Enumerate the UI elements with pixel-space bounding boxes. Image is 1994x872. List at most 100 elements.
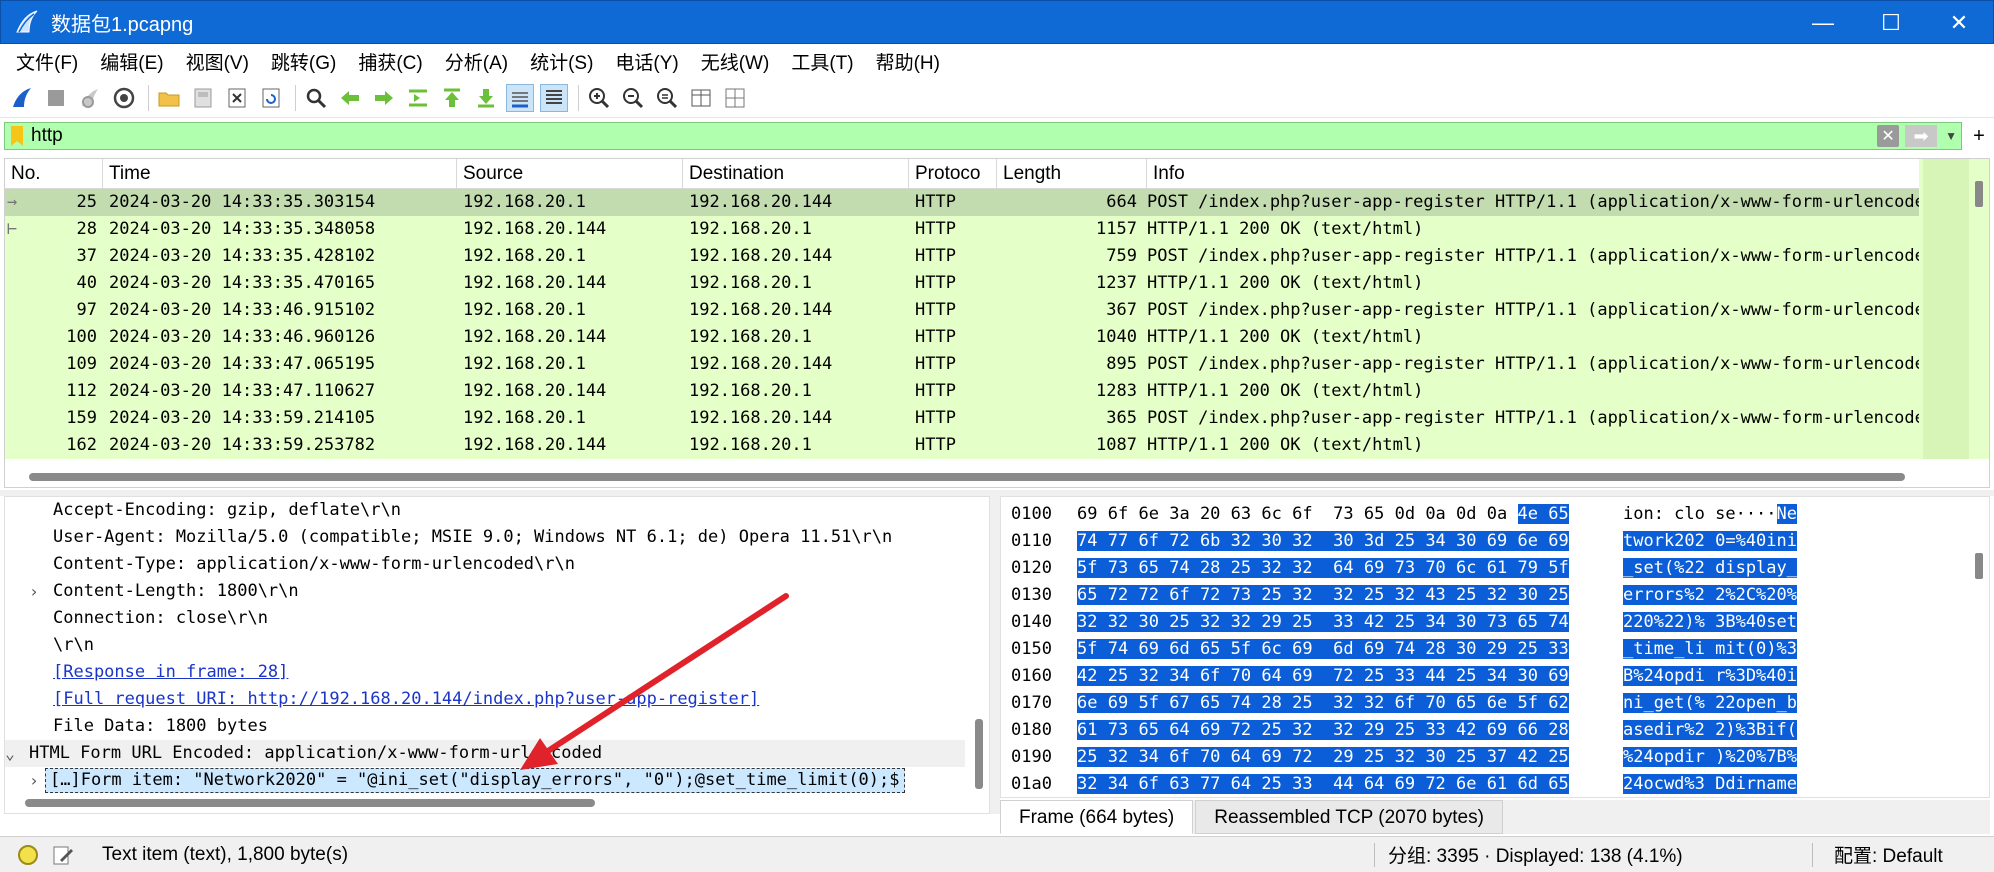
packet-row[interactable]: 162 2024-03-20 14:33:59.253782 192.168.20.…: [5, 432, 1921, 459]
last-packet-icon[interactable]: [472, 84, 500, 112]
layout-icon[interactable]: [721, 84, 749, 112]
reload-file-icon[interactable]: [257, 84, 285, 112]
ascii-highlighted: 220%22)% 3B%40set: [1623, 612, 1797, 632]
column-header-time[interactable]: Time: [103, 159, 457, 189]
auto-scroll-icon[interactable]: [506, 83, 534, 112]
scrollbar-thumb[interactable]: [1975, 181, 1983, 207]
menu-file[interactable]: 文件(F): [6, 48, 88, 75]
menu-telephony[interactable]: 电话(Y): [605, 48, 688, 75]
expand-right-chevron-icon[interactable]: ›: [27, 767, 41, 794]
menu-tools[interactable]: 工具(T): [781, 48, 863, 75]
go-to-packet-icon[interactable]: [404, 84, 432, 112]
packet-cell-dst: 192.168.20.144: [689, 408, 833, 428]
bookmark-icon[interactable]: [11, 126, 23, 146]
close-file-icon[interactable]: [223, 84, 251, 112]
apply-filter-icon[interactable]: ➡: [1905, 125, 1938, 147]
column-header-destination[interactable]: Destination: [683, 159, 909, 189]
add-filter-button-icon[interactable]: +: [1968, 125, 1990, 148]
maximize-button[interactable]: ☐: [1857, 1, 1925, 45]
column-header-protocol[interactable]: Protoco: [909, 159, 997, 189]
packet-row[interactable]: 37 2024-03-20 14:33:35.428102 192.168.20.1…: [5, 243, 1921, 270]
hex-byte: 65: [1548, 504, 1569, 524]
menu-statistics[interactable]: 统计(S): [520, 48, 603, 75]
hex-ascii: 24ocwd%3 Ddirname: [1623, 771, 1797, 797]
details-section-row[interactable]: ⌄ HTML Form URL Encoded: application/x-ww…: [5, 740, 965, 767]
details-horizontal-scrollbar[interactable]: [5, 793, 971, 813]
save-file-icon[interactable]: [189, 84, 217, 112]
resize-columns-icon[interactable]: [687, 84, 715, 112]
status-profile[interactable]: 配置: Default: [1834, 841, 1943, 868]
menu-capture[interactable]: 捕获(C): [348, 48, 432, 75]
details-field-row[interactable]: File Data: 1800 bytes: [5, 713, 965, 740]
packet-row[interactable]: 97 2024-03-20 14:33:46.915102 192.168.20.1…: [5, 297, 1921, 324]
hex-byte: 69: [1486, 720, 1508, 740]
packet-row[interactable]: 25 2024-03-20 14:33:35.303154 192.168.20.1…: [5, 189, 1921, 216]
minimize-button[interactable]: —: [1789, 1, 1857, 45]
hex-byte: 74: [1230, 693, 1252, 713]
scrollbar-thumb[interactable]: [1975, 553, 1983, 579]
details-field-row[interactable]: Content-Type: application/x-www-form-url…: [5, 551, 965, 578]
tab-reassembled-tcp[interactable]: Reassembled TCP (2070 bytes): [1195, 800, 1503, 834]
column-header-no[interactable]: No.: [5, 159, 103, 189]
details-field-row[interactable]: [Response in frame: 28]: [5, 659, 965, 686]
display-filter-input[interactable]: [31, 123, 1878, 149]
details-field-row[interactable]: Connection: close\r\n: [5, 605, 965, 632]
capture-comment-icon[interactable]: [52, 844, 74, 866]
column-header-info[interactable]: Info: [1147, 159, 1921, 189]
details-vertical-scrollbar[interactable]: [969, 497, 989, 797]
expert-info-led-icon[interactable]: [18, 844, 38, 865]
menu-view[interactable]: 视图(V): [176, 48, 259, 75]
packet-row[interactable]: 100 2024-03-20 14:33:46.960126 192.168.20.…: [5, 324, 1921, 351]
find-packet-icon[interactable]: [302, 84, 330, 112]
start-capture-icon[interactable]: [8, 84, 36, 112]
first-packet-icon[interactable]: [438, 84, 466, 112]
menu-help[interactable]: 帮助(H): [866, 48, 950, 75]
packet-cell-len: 895: [1106, 354, 1137, 374]
packet-list-vertical-scrollbar[interactable]: [1919, 159, 1989, 459]
tab-frame-bytes[interactable]: Frame (664 bytes): [1000, 800, 1194, 834]
menu-analyze[interactable]: 分析(A): [435, 48, 518, 75]
menu-go[interactable]: 跳转(G): [261, 48, 346, 75]
column-header-length[interactable]: Length: [997, 159, 1147, 189]
packet-row[interactable]: 159 2024-03-20 14:33:59.214105 192.168.20.…: [5, 405, 1921, 432]
scrollbar-thumb[interactable]: [25, 799, 595, 807]
close-button[interactable]: ✕: [1925, 1, 1993, 45]
zoom-in-icon[interactable]: [585, 84, 613, 112]
menu-edit[interactable]: 编辑(E): [90, 48, 173, 75]
capture-options-icon[interactable]: [110, 84, 138, 112]
details-field-row[interactable]: \r\n: [5, 632, 965, 659]
details-link[interactable]: [Response in frame: 28]: [53, 659, 288, 686]
clear-filter-icon[interactable]: ✕: [1877, 125, 1900, 147]
details-link[interactable]: [Full request URI: http://192.168.20.144…: [53, 686, 759, 713]
details-field-row[interactable]: [Full request URI: http://192.168.20.144…: [5, 686, 965, 713]
colorize-icon[interactable]: [540, 83, 568, 112]
filter-history-dropdown-icon[interactable]: ▼: [1943, 125, 1959, 147]
expand-right-chevron-icon[interactable]: ›: [27, 578, 41, 605]
column-header-source[interactable]: Source: [457, 159, 683, 189]
zoom-out-icon[interactable]: [619, 84, 647, 112]
restart-capture-icon[interactable]: [76, 84, 104, 112]
details-field-row[interactable]: Accept-Encoding: gzip, deflate\r\n: [5, 497, 965, 524]
details-field-row[interactable]: User-Agent: Mozilla/5.0 (compatible; MSI…: [5, 524, 965, 551]
stop-capture-icon[interactable]: [42, 84, 70, 112]
go-back-icon[interactable]: [336, 84, 364, 112]
scrollbar-thumb[interactable]: [29, 473, 1905, 481]
menu-wireless[interactable]: 无线(W): [691, 48, 780, 75]
details-field-row[interactable]: › Content-Length: 1800\r\n: [5, 578, 965, 605]
scrollbar-thumb[interactable]: [975, 719, 983, 789]
packet-row[interactable]: 40 2024-03-20 14:33:35.470165 192.168.20.1…: [5, 270, 1921, 297]
packet-row[interactable]: 112 2024-03-20 14:33:47.110627 192.168.20.…: [5, 378, 1921, 405]
details-field-row[interactable]: › […]Form item: "Network2020" = "@ini_set…: [5, 767, 965, 794]
hex-byte: 30: [1517, 585, 1538, 605]
bytes-vertical-scrollbar[interactable]: [1967, 497, 1989, 797]
hex-byte: 33: [1333, 612, 1354, 632]
packet-cell-dst: 192.168.20.144: [689, 246, 833, 266]
packet-list-horizontal-scrollbar[interactable]: [5, 465, 1921, 487]
open-file-icon[interactable]: [155, 84, 183, 112]
packet-row[interactable]: 28 2024-03-20 14:33:35.348058 192.168.20.1…: [5, 216, 1921, 243]
packet-row[interactable]: 109 2024-03-20 14:33:47.065195 192.168.20.…: [5, 351, 1921, 378]
pane-splitter-vertical[interactable]: [990, 496, 1000, 814]
expand-down-chevron-icon[interactable]: ⌄: [5, 740, 17, 767]
go-forward-icon[interactable]: [370, 84, 398, 112]
normal-size-icon[interactable]: [653, 84, 681, 112]
